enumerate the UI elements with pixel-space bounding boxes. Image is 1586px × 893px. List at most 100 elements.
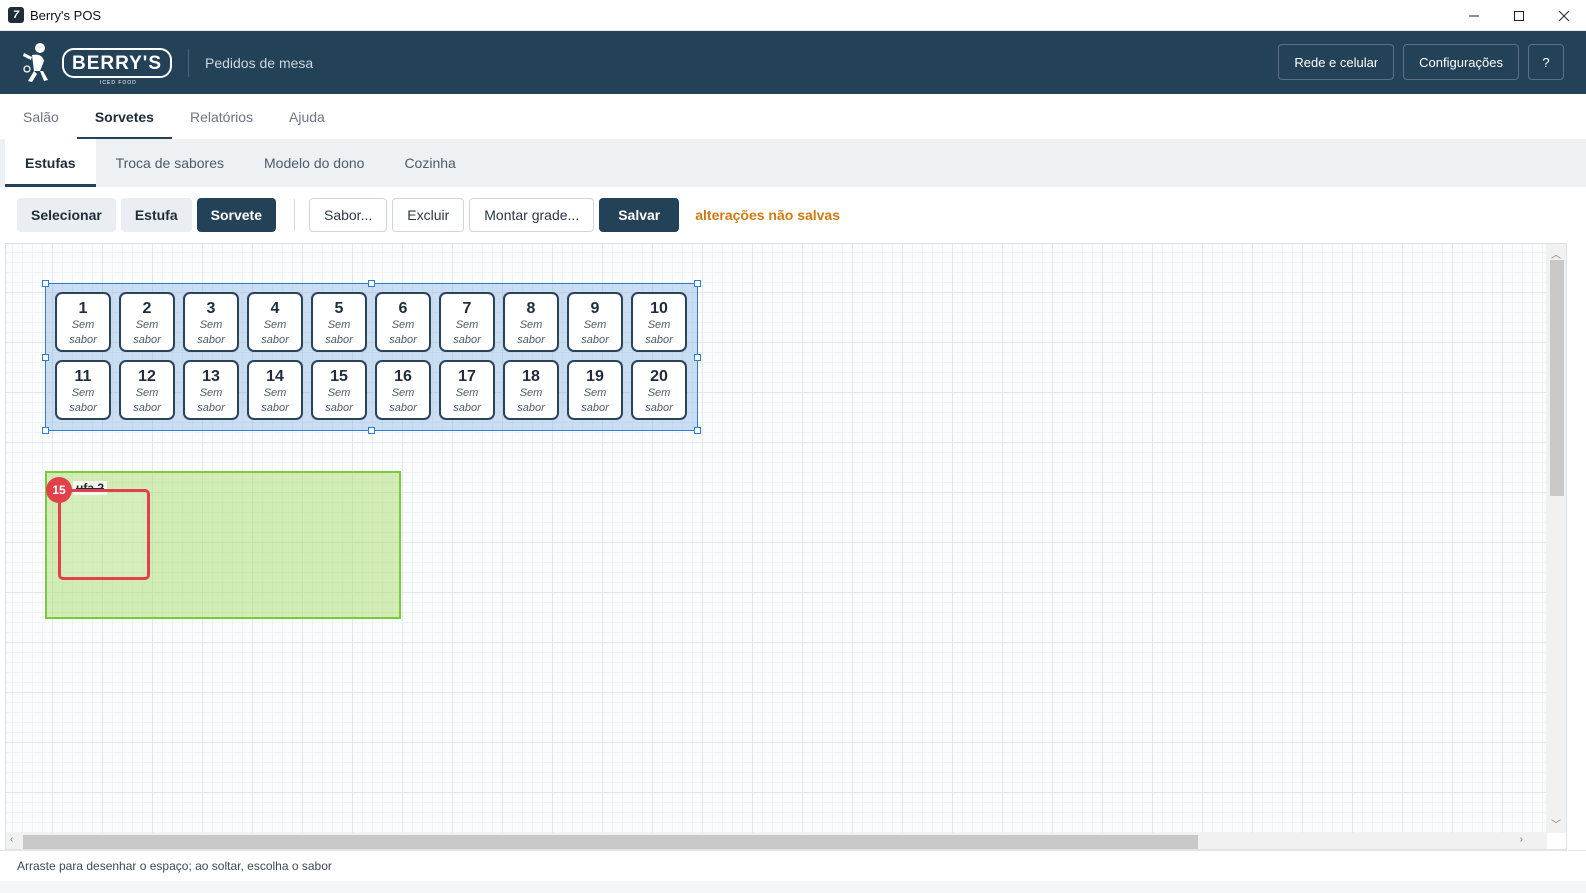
sorvete-slot[interactable]: 20 Sem sabor (631, 360, 687, 420)
scroll-left-icon[interactable]: ‹ (10, 834, 13, 845)
drawing-count-badge: 15 (46, 477, 72, 503)
maximize-button[interactable] (1496, 0, 1541, 31)
estufa-2[interactable]: ufa 2 15 (45, 471, 401, 619)
mode-selecionar-button[interactable]: Selecionar (17, 198, 116, 232)
sorvete-slot[interactable]: 7 Sem sabor (439, 292, 495, 352)
slot-flavor-line1: Sem (263, 319, 287, 331)
sorvete-slot[interactable]: 2 Sem sabor (119, 292, 175, 352)
resize-handle-n[interactable] (368, 280, 375, 287)
window-titlebar: 7 Berry's POS (0, 0, 1586, 31)
sorvete-slot[interactable]: 11 Sem sabor (55, 360, 111, 420)
sorvete-slot[interactable]: 15 Sem sabor (311, 360, 367, 420)
slot-flavor-line2: sabor (197, 402, 225, 414)
sorvete-slot[interactable]: 17 Sem sabor (439, 360, 495, 420)
header-actions: Rede e celular Configurações ? (1278, 44, 1564, 80)
sorvete-slot[interactable]: 1 Sem sabor (55, 292, 111, 352)
settings-button[interactable]: Configurações (1403, 44, 1519, 80)
unsaved-changes-text: alterações não salvas (695, 207, 841, 223)
slot-flavor-line1: Sem (647, 319, 671, 331)
slot-number: 2 (142, 300, 152, 317)
slot-number: 10 (650, 300, 668, 317)
slot-flavor-line1: Sem (327, 319, 351, 331)
slot-flavor-line2: sabor (453, 402, 481, 414)
slot-number: 4 (270, 300, 280, 317)
tab-troca-de-sabores[interactable]: Troca de sabores (96, 139, 244, 187)
slot-flavor-line1: Sem (391, 319, 415, 331)
resize-handle-sw[interactable] (42, 427, 49, 434)
slot-flavor-line2: sabor (261, 402, 289, 414)
sorvete-slot[interactable]: 8 Sem sabor (503, 292, 559, 352)
resize-handle-e[interactable] (694, 354, 701, 361)
scroll-down-icon[interactable]: ﹀ (1551, 816, 1561, 831)
sabor-button[interactable]: Sabor... (308, 198, 388, 232)
maximize-icon (1513, 10, 1524, 21)
mode-sorvete-button[interactable]: Sorvete (196, 198, 276, 232)
app-header: BERRY'S ICED FOOD Pedidos de mesa Rede e… (0, 31, 1586, 94)
slot-flavor-line2: sabor (197, 334, 225, 346)
slot-flavor-line1: Sem (519, 319, 543, 331)
sorvete-slot[interactable]: 12 Sem sabor (119, 360, 175, 420)
tab-ajuda[interactable]: Ajuda (271, 94, 343, 139)
main-tabs: Salão Sorvetes Relatórios Ajuda (0, 94, 1586, 139)
save-button[interactable]: Salvar (599, 198, 680, 232)
slot-flavor-line2: sabor (581, 334, 609, 346)
slot-flavor-line2: sabor (69, 402, 97, 414)
slot-flavor-line2: sabor (645, 402, 673, 414)
slot-flavor-line1: Sem (455, 387, 479, 399)
horizontal-scrollbar[interactable]: ‹ › (6, 833, 1547, 849)
app-icon: 7 (8, 7, 24, 23)
sorvete-slot[interactable]: 18 Sem sabor (503, 360, 559, 420)
layout-canvas[interactable]: 1 Sem sabor 2 Sem sabor 3 Sem sabor 4 Sem sabor 5 Sem… (5, 243, 1567, 850)
sorvete-slot[interactable]: 4 Sem sabor (247, 292, 303, 352)
help-button[interactable]: ? (1528, 44, 1564, 80)
slot-number: 12 (138, 368, 156, 385)
resize-handle-s[interactable] (368, 427, 375, 434)
scroll-up-icon[interactable]: ︿ (1551, 246, 1561, 261)
sorvete-slot[interactable]: 10 Sem sabor (631, 292, 687, 352)
sorvete-slot[interactable]: 13 Sem sabor (183, 360, 239, 420)
sorvete-slot[interactable]: 14 Sem sabor (247, 360, 303, 420)
tab-relatorios[interactable]: Relatórios (172, 94, 271, 139)
sorvete-slot[interactable]: 3 Sem sabor (183, 292, 239, 352)
slot-number: 19 (586, 368, 604, 385)
montar-grade-button[interactable]: Montar grade... (469, 198, 595, 232)
slot-number: 8 (526, 300, 536, 317)
resize-handle-w[interactable] (42, 354, 49, 361)
sorvete-slot[interactable]: 6 Sem sabor (375, 292, 431, 352)
slot-flavor-line1: Sem (583, 387, 607, 399)
slot-flavor-line2: sabor (325, 334, 353, 346)
window-controls (1451, 0, 1586, 31)
minimize-button[interactable] (1451, 0, 1496, 31)
sorvete-slot[interactable]: 16 Sem sabor (375, 360, 431, 420)
brand-logo: BERRY'S ICED FOOD (18, 41, 172, 86)
drawing-rectangle[interactable] (58, 489, 150, 580)
vertical-scrollbar[interactable]: ︿ ﹀ (1546, 244, 1566, 833)
horizontal-scroll-thumb[interactable] (23, 835, 1198, 849)
slot-number: 1 (78, 300, 88, 317)
slot-flavor-line1: Sem (71, 319, 95, 331)
tab-modelo-do-dono[interactable]: Modelo do dono (244, 139, 384, 187)
close-button[interactable] (1541, 0, 1586, 31)
excluir-button[interactable]: Excluir (392, 198, 465, 232)
tab-estufas[interactable]: Estufas (5, 139, 96, 187)
sorvete-slot[interactable]: 19 Sem sabor (567, 360, 623, 420)
tab-cozinha[interactable]: Cozinha (384, 139, 475, 187)
mode-estufa-button[interactable]: Estufa (120, 198, 192, 232)
resize-handle-ne[interactable] (694, 280, 701, 287)
scroll-right-icon[interactable]: › (1520, 834, 1523, 845)
slot-number: 5 (334, 300, 344, 317)
tab-salao[interactable]: Salão (5, 94, 77, 139)
slot-flavor-line1: Sem (583, 319, 607, 331)
network-button[interactable]: Rede e celular (1278, 44, 1395, 80)
resize-handle-nw[interactable] (42, 280, 49, 287)
vertical-scroll-thumb[interactable] (1550, 260, 1564, 496)
tab-sorvetes[interactable]: Sorvetes (76, 94, 173, 139)
resize-handle-se[interactable] (694, 427, 701, 434)
canvas-grid[interactable]: 1 Sem sabor 2 Sem sabor 3 Sem sabor 4 Sem sabor 5 Sem… (6, 244, 1547, 833)
slot-flavor-line2: sabor (133, 334, 161, 346)
sorvete-slot[interactable]: 9 Sem sabor (567, 292, 623, 352)
sorvete-slot[interactable]: 5 Sem sabor (311, 292, 367, 352)
slot-flavor-line2: sabor (325, 402, 353, 414)
estufa-1-selected[interactable]: 1 Sem sabor 2 Sem sabor 3 Sem sabor 4 Sem sabor 5 Sem… (42, 280, 701, 434)
slot-flavor-line1: Sem (199, 319, 223, 331)
